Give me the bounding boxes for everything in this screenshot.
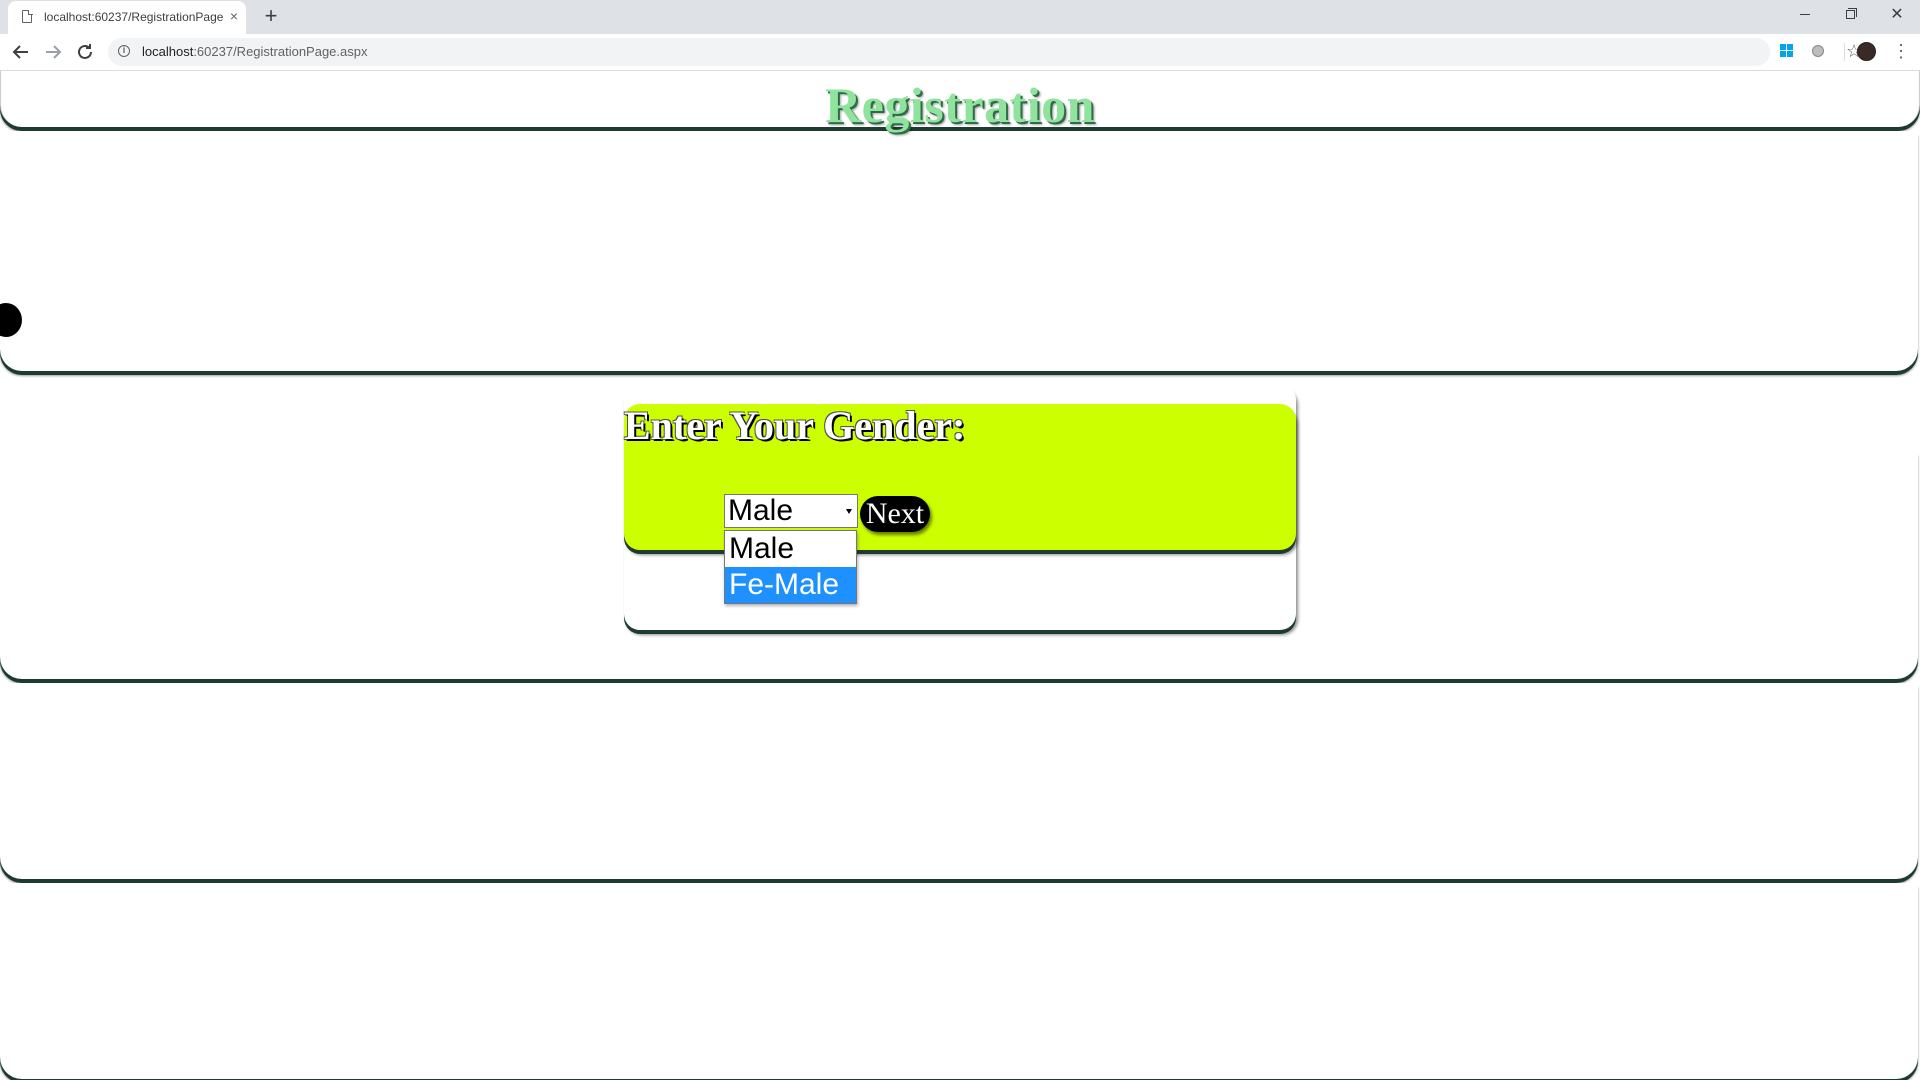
info-icon[interactable]: i (118, 45, 130, 57)
dropdown-option-female[interactable]: Fe-Male (725, 567, 856, 603)
dropdown-option-male[interactable]: Male (725, 531, 856, 567)
page-icon (22, 9, 33, 23)
back-icon[interactable] (9, 40, 33, 64)
browser-toolbar: i localhost:60237/RegistrationPage.aspx … (0, 34, 1920, 71)
browser-tab[interactable]: localhost:60237/RegistrationPage × (8, 1, 246, 34)
content-band-lower (0, 683, 1918, 879)
minimize-icon[interactable] (1782, 0, 1828, 30)
page-title: Registration (825, 77, 1095, 133)
next-button[interactable]: Next (860, 496, 930, 532)
page-viewport: Registration Enter Your Gender: Male Nex… (0, 71, 1920, 1080)
menu-icon[interactable]: ⋮ (1892, 40, 1910, 62)
window-close-icon[interactable]: ✕ (1874, 0, 1920, 30)
address-bar[interactable]: i localhost:60237/RegistrationPage.aspx … (108, 38, 1862, 66)
toolbar-divider (1844, 43, 1845, 61)
url-path: :60237/RegistrationPage.aspx (193, 44, 368, 59)
tab-title: localhost:60237/RegistrationPage (44, 10, 224, 24)
profile-avatar[interactable] (1857, 42, 1876, 61)
gender-label: Enter Your Gender: (624, 403, 966, 448)
gender-select[interactable]: Male (724, 494, 858, 528)
gender-select-value: Male (728, 494, 794, 527)
footer-band (0, 883, 1918, 1079)
chevron-down-icon (846, 509, 852, 514)
reload-icon[interactable] (73, 40, 97, 64)
tab-strip: localhost:60237/RegistrationPage × + ✕ (0, 0, 1920, 34)
url-text: localhost:60237/RegistrationPage.aspx (142, 44, 368, 59)
windows-extension-icon[interactable] (1780, 44, 1794, 58)
banner-band (0, 131, 1918, 371)
forward-icon[interactable] (41, 40, 65, 64)
gender-dropdown-list: Male Fe-Male (724, 530, 857, 604)
maximize-icon[interactable] (1828, 0, 1874, 30)
close-icon[interactable]: × (226, 8, 242, 24)
url-host: localhost (142, 44, 194, 59)
plus-icon[interactable]: + (260, 5, 282, 27)
extension-icon[interactable] (1812, 45, 1824, 57)
